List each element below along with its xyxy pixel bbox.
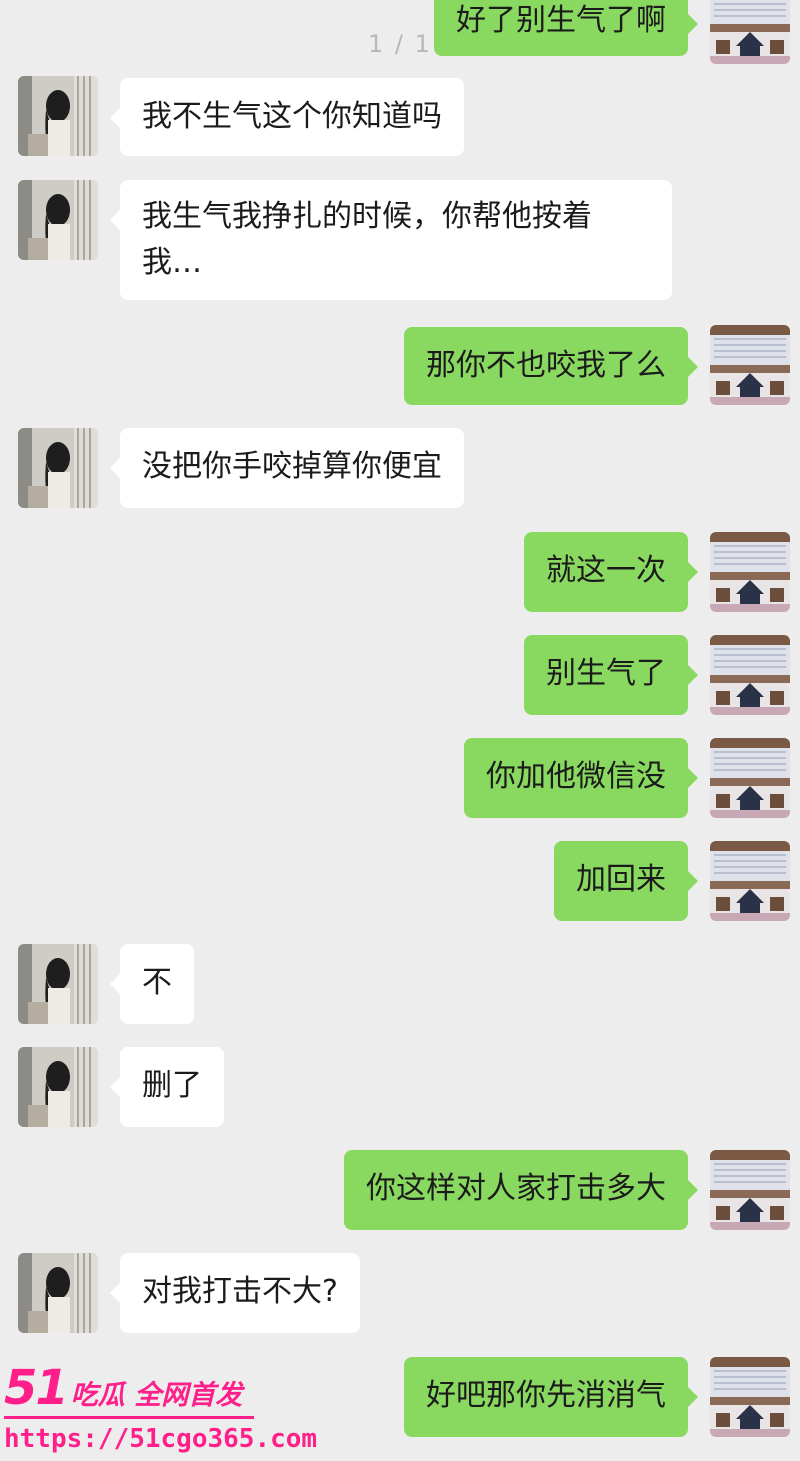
girl-avatar-icon [18, 76, 98, 156]
contact-message-bubble[interactable]: 我生气我挣扎的时候，你帮他按着 我… [110, 180, 672, 300]
contact-avatar[interactable] [18, 944, 98, 1024]
girl-avatar-icon [18, 428, 98, 508]
watermark-divider [4, 1416, 254, 1419]
contact-message-bubble[interactable]: 我不生气这个你知道吗 [110, 78, 464, 156]
my-avatar[interactable] [710, 1357, 790, 1437]
girl-avatar-icon [18, 1253, 98, 1333]
my-message-bubble[interactable]: 好了别生气了啊 [434, 0, 698, 56]
contact-avatar[interactable] [18, 180, 98, 260]
temple-avatar-icon [710, 1357, 790, 1437]
my-message-bubble[interactable]: 好吧那你先消消气 [404, 1357, 698, 1437]
my-avatar[interactable] [710, 738, 790, 818]
my-avatar[interactable] [710, 325, 790, 405]
my-message-bubble[interactable]: 加回来 [554, 841, 698, 921]
contact-avatar[interactable] [18, 428, 98, 508]
contact-message-bubble[interactable]: 对我打击不大? [110, 1253, 360, 1333]
my-avatar[interactable] [710, 1150, 790, 1230]
page-indicator: 1 / 1 [368, 30, 432, 58]
contact-message-bubble[interactable]: 不 [110, 944, 194, 1024]
temple-avatar-icon [710, 0, 790, 64]
temple-avatar-icon [710, 841, 790, 921]
my-message-bubble[interactable]: 那你不也咬我了么 [404, 327, 698, 405]
chat-area: 好了别生气了啊 1 / 1 我不生气这个你知道吗 我生气我挣扎的时候，你帮他按着… [0, 0, 800, 1461]
temple-avatar-icon [710, 1150, 790, 1230]
my-message-bubble[interactable]: 你这样对人家打击多大 [344, 1150, 698, 1230]
watermark-brand: 51 吃瓜 全网首发 [4, 1360, 242, 1416]
temple-avatar-icon [710, 635, 790, 715]
contact-avatar[interactable] [18, 1047, 98, 1127]
watermark: 51 吃瓜 全网首发 https://51cgo365.com [0, 1356, 330, 1461]
temple-avatar-icon [710, 325, 790, 405]
contact-message-bubble[interactable]: 删了 [110, 1047, 224, 1127]
my-avatar[interactable] [710, 532, 790, 612]
my-message-bubble[interactable]: 你加他微信没 [464, 738, 698, 818]
girl-avatar-icon [18, 944, 98, 1024]
my-avatar[interactable] [710, 635, 790, 715]
girl-avatar-icon [18, 180, 98, 260]
contact-avatar[interactable] [18, 76, 98, 156]
my-message-bubble[interactable]: 别生气了 [524, 635, 698, 715]
contact-message-bubble[interactable]: 没把你手咬掉算你便宜 [110, 428, 464, 508]
watermark-url: https://51cgo365.com [4, 1424, 318, 1454]
girl-avatar-icon [18, 1047, 98, 1127]
temple-avatar-icon [710, 532, 790, 612]
my-avatar[interactable] [710, 0, 790, 64]
watermark-brand-name: 吃瓜 全网首发 [70, 1380, 243, 1411]
my-avatar[interactable] [710, 841, 790, 921]
contact-avatar[interactable] [18, 1253, 98, 1333]
watermark-brand-number: 51 [4, 1360, 69, 1416]
temple-avatar-icon [710, 738, 790, 818]
my-message-bubble[interactable]: 就这一次 [524, 532, 698, 612]
